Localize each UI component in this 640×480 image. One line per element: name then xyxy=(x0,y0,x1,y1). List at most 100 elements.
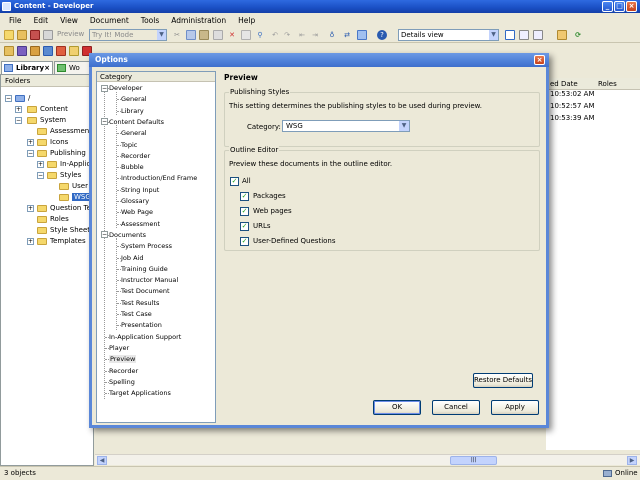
rename-icon[interactable] xyxy=(241,30,251,40)
indent-icon[interactable]: ⇥ xyxy=(310,30,320,40)
collapse-category-icon[interactable]: − xyxy=(101,84,108,92)
apply-button[interactable]: Apply xyxy=(491,400,539,415)
category-item[interactable]: Content Defaults xyxy=(109,117,164,127)
category-item[interactable]: Assessment xyxy=(121,219,160,229)
module-icon[interactable] xyxy=(17,46,27,56)
category-item[interactable]: Introduction/End Frame xyxy=(121,173,197,183)
expand-content-icon[interactable]: + xyxy=(15,106,22,113)
menu-document[interactable]: Document xyxy=(84,16,135,25)
menu-view[interactable]: View xyxy=(54,16,84,25)
category-select[interactable]: WSG ▼ xyxy=(282,120,410,132)
document-icon[interactable] xyxy=(30,30,40,40)
restore-defaults-button[interactable]: Restore Defaults xyxy=(473,373,533,388)
open-folder-icon[interactable] xyxy=(17,30,27,40)
category-item[interactable]: Training Guide xyxy=(121,264,168,274)
tab-library[interactable]: Library × xyxy=(1,61,53,74)
user-defined-questions-label[interactable]: User-Defined Questions xyxy=(253,237,336,246)
category-item[interactable]: Instructor Manual xyxy=(121,275,178,285)
collapse-system-icon[interactable]: − xyxy=(15,117,22,124)
category-item[interactable]: Developer xyxy=(109,83,142,93)
app-titlebar[interactable]: Content - Developer _ □ × xyxy=(0,0,640,13)
category-item[interactable]: Recorder xyxy=(121,151,150,161)
tree-item-publishing[interactable]: Publishing xyxy=(37,148,86,159)
scroll-left-icon[interactable]: ◀ xyxy=(97,456,107,465)
collapse-category-icon[interactable]: − xyxy=(101,118,108,126)
column-header-roles[interactable]: Roles xyxy=(598,80,617,88)
urls-label[interactable]: URLs xyxy=(253,222,271,231)
view-select[interactable]: Details view ▼ xyxy=(398,29,499,41)
undo-icon[interactable]: ↶ xyxy=(270,30,280,40)
category-header[interactable]: Category xyxy=(97,72,215,82)
expand-icons-icon[interactable]: + xyxy=(27,139,34,146)
list-view-icon[interactable] xyxy=(519,30,529,40)
category-item[interactable]: Library xyxy=(121,106,144,116)
category-item[interactable]: Spelling xyxy=(109,377,135,387)
menu-help[interactable]: Help xyxy=(232,16,261,25)
category-item[interactable]: Preview xyxy=(109,354,137,364)
category-item[interactable]: Target Applications xyxy=(109,388,171,398)
tree-item-wsg[interactable]: WSG xyxy=(59,192,93,203)
category-item[interactable]: Test Results xyxy=(121,298,159,308)
category-item[interactable]: Documents xyxy=(109,230,146,240)
binoculars-icon[interactable]: ♁ xyxy=(327,30,337,40)
table-row[interactable]: 10:53:02 AM xyxy=(550,90,595,98)
all-checkbox[interactable]: ✓ xyxy=(230,177,239,186)
split-view-icon[interactable] xyxy=(533,30,543,40)
close-tab-icon[interactable]: × xyxy=(44,62,50,74)
topic-icon[interactable] xyxy=(4,46,14,56)
cancel-button[interactable]: Cancel xyxy=(432,400,480,415)
properties-icon[interactable] xyxy=(43,30,53,40)
tree-item-system[interactable]: System xyxy=(27,115,66,126)
category-item[interactable]: Web Page xyxy=(121,207,153,217)
web-pages-checkbox[interactable]: ✓ xyxy=(240,207,249,216)
maximize-button[interactable]: □ xyxy=(614,1,625,12)
refresh-icon[interactable]: ⟳ xyxy=(573,30,583,40)
help-icon[interactable]: ? xyxy=(377,30,387,40)
table-row[interactable]: 10:53:39 AM xyxy=(550,114,595,122)
category-item[interactable]: System Process xyxy=(121,241,172,251)
tree-item-roles[interactable]: Roles xyxy=(37,214,69,225)
user-defined-questions-checkbox[interactable]: ✓ xyxy=(240,237,249,246)
menu-file[interactable]: File xyxy=(3,16,28,25)
folders-header[interactable]: Folders xyxy=(1,75,94,87)
web-pages-label[interactable]: Web pages xyxy=(253,207,292,216)
table-row[interactable]: 10:52:57 AM xyxy=(550,102,595,110)
category-item[interactable]: Bubble xyxy=(121,162,144,172)
publish-icon[interactable] xyxy=(357,30,367,40)
tree-item-root[interactable]: / xyxy=(15,93,30,104)
question-icon[interactable] xyxy=(69,46,79,56)
new-folder-icon[interactable] xyxy=(4,30,14,40)
tree-item-style-sheets[interactable]: Style Sheets xyxy=(37,225,94,236)
menu-administration[interactable]: Administration xyxy=(165,16,232,25)
scroll-right-icon[interactable]: ▶ xyxy=(627,456,637,465)
category-item[interactable]: Presentation xyxy=(121,320,162,330)
tree-item-in-application[interactable]: In-Applica xyxy=(47,159,95,170)
outdent-icon[interactable]: ⇤ xyxy=(297,30,307,40)
delete-icon[interactable]: ✕ xyxy=(227,30,237,40)
packages-label[interactable]: Packages xyxy=(253,192,286,201)
tree-item-icons[interactable]: Icons xyxy=(37,137,68,148)
urls-checkbox[interactable]: ✓ xyxy=(240,222,249,231)
preview-button[interactable]: Preview xyxy=(57,30,84,38)
menu-edit[interactable]: Edit xyxy=(28,16,55,25)
web-page-icon[interactable] xyxy=(43,46,53,56)
category-item[interactable]: General xyxy=(121,128,147,138)
horizontal-scrollbar[interactable]: ◀ ||| ▶ xyxy=(95,454,640,465)
mode-select[interactable]: Try It! Mode ▼ xyxy=(89,29,167,41)
details-view-icon[interactable] xyxy=(505,30,515,40)
category-item[interactable]: Job Aid xyxy=(121,253,143,263)
expand-in-application-icon[interactable]: + xyxy=(37,161,44,168)
category-item[interactable]: String Input xyxy=(121,185,159,195)
tree-item-templates[interactable]: Templates xyxy=(37,236,86,247)
category-item[interactable]: In-Application Support xyxy=(109,332,181,342)
replace-icon[interactable]: ⇄ xyxy=(342,30,352,40)
category-item[interactable]: Test Document xyxy=(121,286,170,296)
dialog-titlebar[interactable]: Options × xyxy=(89,53,549,67)
tree-item-styles[interactable]: Styles xyxy=(47,170,81,181)
redo-icon[interactable]: ↷ xyxy=(282,30,292,40)
expand-question-templates-icon[interactable]: + xyxy=(27,205,34,212)
collapse-category-icon[interactable]: − xyxy=(101,231,108,239)
expand-templates-icon[interactable]: + xyxy=(27,238,34,245)
check-in-icon[interactable] xyxy=(557,30,567,40)
all-label[interactable]: All xyxy=(242,177,251,186)
